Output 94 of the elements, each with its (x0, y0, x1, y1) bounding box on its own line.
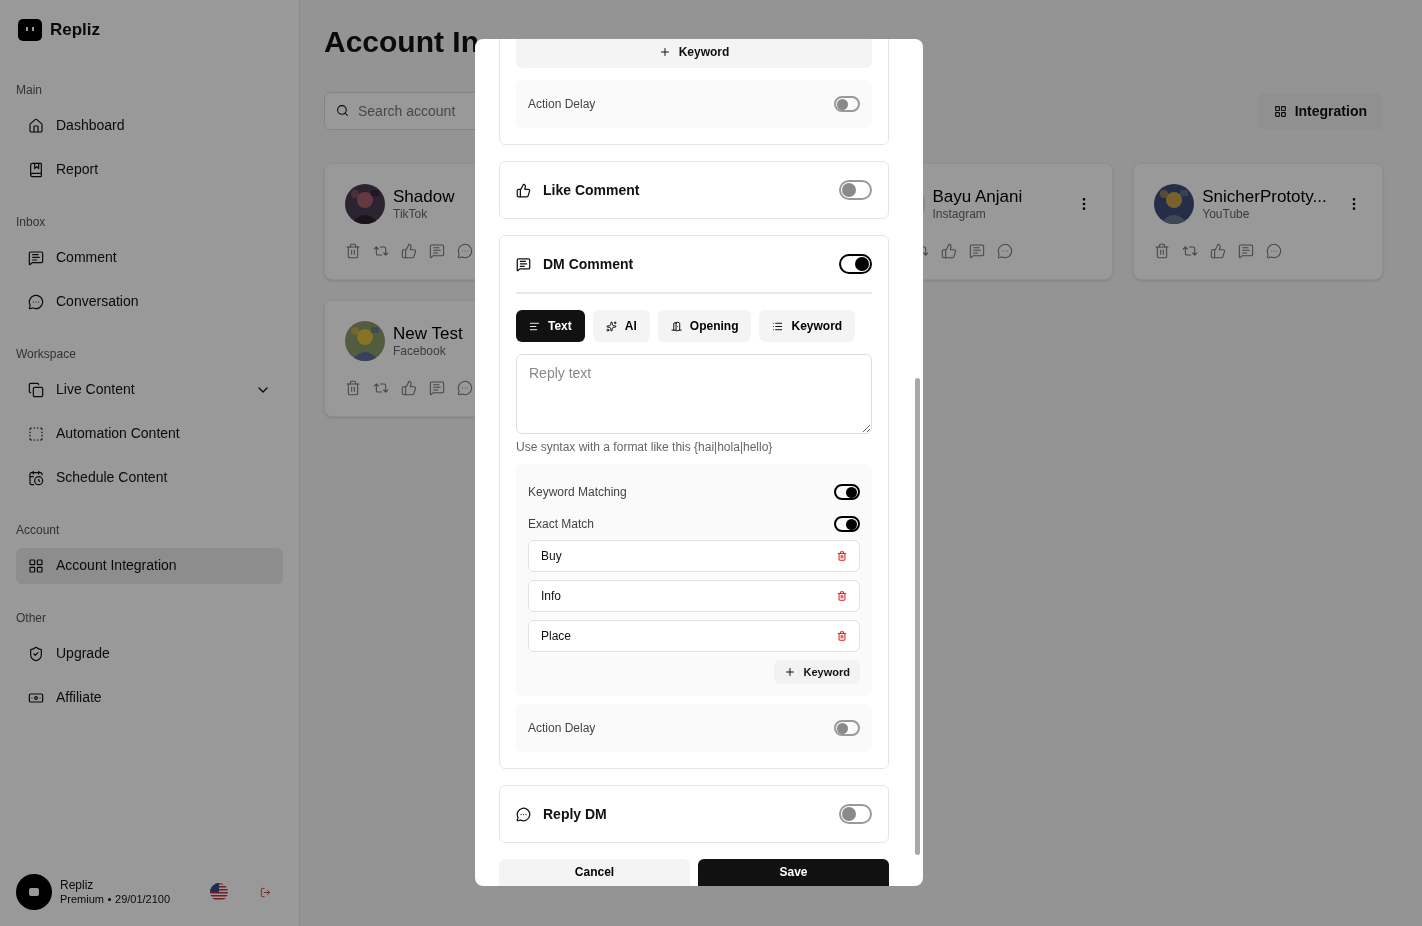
account-name: SnicherPrototy... (1202, 185, 1327, 208)
nav-item[interactable]: Conversation (16, 283, 283, 320)
setting-row: Action Delay (516, 80, 872, 128)
search-icon (336, 104, 349, 117)
add-keyword-button[interactable]: Keyword (516, 39, 872, 68)
section-title: DM Comment (543, 254, 635, 274)
dashed-square-icon (28, 425, 44, 442)
grid-icon (28, 557, 44, 574)
thumbs-up-icon[interactable] (401, 243, 417, 259)
setting-label: Keyword Matching (528, 484, 627, 501)
bookmark-icon (28, 161, 44, 178)
list-icon (772, 320, 784, 332)
thumbs-up-icon[interactable] (940, 243, 957, 259)
save-button[interactable]: Save (698, 859, 889, 886)
nav-item[interactable]: Live Content (16, 371, 283, 408)
plan-label: Premium (60, 892, 104, 907)
plus-icon (783, 666, 796, 678)
nav-item[interactable]: Dashboard (16, 107, 283, 144)
expiry-date: 29/01/2100 (115, 892, 171, 907)
reply-field[interactable]: Reply text (516, 354, 872, 434)
tab[interactable]: Opening (657, 310, 752, 342)
hint-text: Use syntax with a format like this {hai|hola|hello} (516, 439, 774, 456)
platform-label: Instagram (932, 207, 986, 223)
logout-icon[interactable] (260, 886, 271, 898)
toggle-switch[interactable] (834, 484, 860, 500)
section-label: Inbox (16, 213, 47, 230)
section-label: Main (16, 81, 43, 98)
door-icon (670, 320, 682, 332)
account-name: Bayu Anjani (932, 185, 1023, 208)
nav-item[interactable]: Upgrade (16, 635, 283, 672)
chat-bubble-icon (516, 806, 531, 822)
tab[interactable]: Keyword (759, 310, 856, 342)
toggle-switch[interactable] (834, 516, 860, 532)
add-keyword-button[interactable]: Keyword (773, 660, 860, 684)
toggle-switch[interactable] (839, 180, 872, 200)
logo-icon (18, 18, 42, 41)
grid-icon (1273, 104, 1287, 118)
platform-label: Facebook (393, 344, 446, 360)
account-name: Shadow (393, 185, 455, 208)
home-icon (28, 117, 44, 134)
lines-icon (529, 320, 540, 332)
trash-icon[interactable] (837, 631, 847, 641)
toggle-switch[interactable] (834, 720, 860, 736)
trash-icon[interactable] (345, 380, 361, 396)
user-name: Repliz (60, 877, 95, 893)
trash-icon[interactable] (1154, 243, 1171, 259)
tab[interactable]: AI (592, 310, 650, 342)
section-title: Like Comment (543, 180, 641, 200)
toggle-switch[interactable] (839, 804, 872, 824)
logo-icon (29, 888, 39, 896)
sparkle-icon (605, 320, 617, 332)
chat-bubble-icon[interactable] (457, 243, 473, 259)
setting-row: Action Delay (516, 704, 872, 752)
trash-icon[interactable] (837, 551, 847, 561)
keyword-field[interactable]: Place (528, 620, 860, 652)
thumbs-up-icon[interactable] (1210, 243, 1227, 259)
calendar-clock-icon (28, 469, 44, 486)
keyword-field[interactable]: Buy (528, 540, 860, 572)
repeat-icon[interactable] (373, 243, 389, 259)
nav-item[interactable]: Report (16, 151, 283, 188)
cancel-button[interactable]: Cancel (499, 859, 690, 886)
tab[interactable]: Text (516, 310, 585, 342)
repeat-icon[interactable] (373, 380, 389, 396)
platform-label: YouTube (1202, 207, 1250, 223)
section-label: Workspace (16, 345, 77, 362)
trash-icon[interactable] (837, 591, 847, 601)
chat-bubble-icon[interactable] (996, 243, 1013, 259)
section-title: Reply DM (543, 804, 608, 824)
chat-bubble-icon (28, 293, 44, 310)
nav-item[interactable]: Schedule Content (16, 459, 283, 496)
chat-bubble-icon[interactable] (1266, 243, 1283, 259)
nav-item[interactable]: Affiliate (16, 679, 283, 716)
toggle-switch[interactable] (839, 254, 872, 274)
keyword-field[interactable]: Info (528, 580, 860, 612)
thumbs-up-icon (516, 182, 531, 198)
nav-item[interactable]: Comment (16, 239, 283, 276)
thumbs-up-icon[interactable] (401, 380, 417, 396)
plus-icon (658, 46, 671, 58)
section-label: Account (16, 521, 61, 538)
platform-label: TikTok (393, 207, 428, 223)
chat-bubble-icon[interactable] (457, 380, 473, 396)
toggle-switch[interactable] (834, 96, 860, 112)
section-label: Other (16, 609, 47, 626)
setting-label: Exact Match (528, 516, 595, 533)
trash-icon[interactable] (345, 243, 361, 259)
copy-icon (28, 381, 44, 398)
integration-button[interactable]: Integration (1257, 92, 1383, 130)
brand-name: Repliz (50, 19, 101, 41)
repeat-icon[interactable] (1182, 243, 1199, 259)
nav-item[interactable]: Account Integration (16, 547, 283, 584)
nav-item[interactable]: Automation Content (16, 415, 283, 452)
account-name: New Test (393, 322, 463, 345)
flag-icon[interactable] (210, 883, 228, 901)
shield-icon (28, 645, 44, 662)
